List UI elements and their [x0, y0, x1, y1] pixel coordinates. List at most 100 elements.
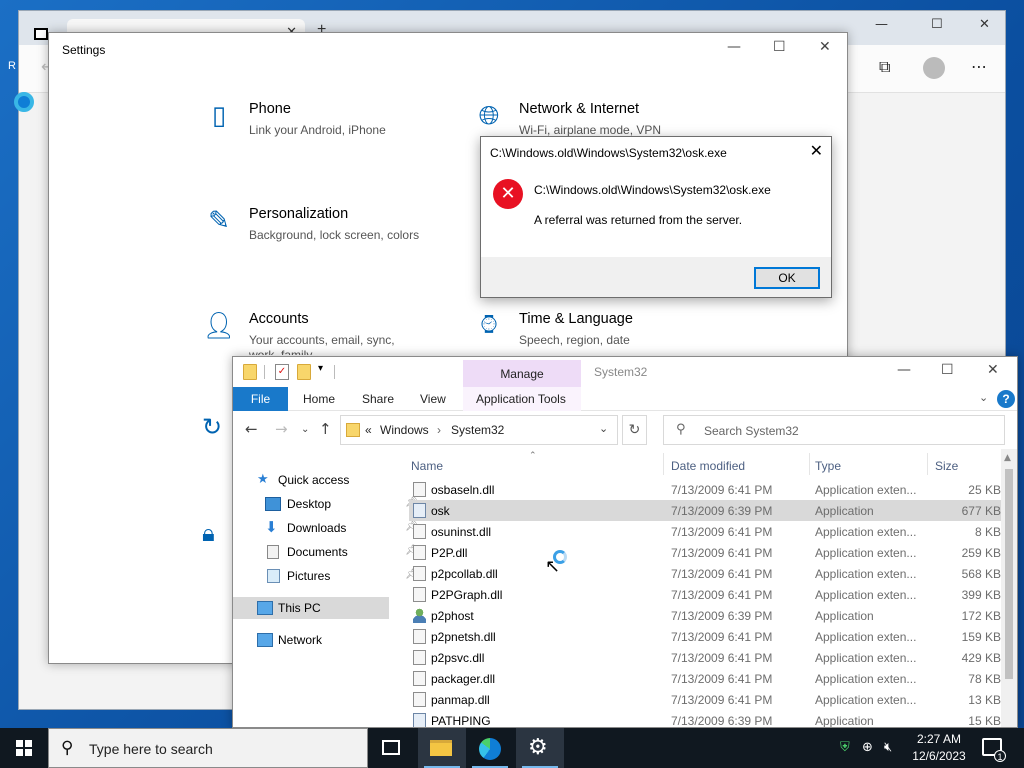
customize-quick-access-icon[interactable]: ▾	[318, 363, 323, 374]
update-icon[interactable]: ↻	[202, 413, 222, 441]
tab-application-tools[interactable]: Application Tools	[476, 392, 566, 406]
nav-quick-access[interactable]: ★ Quick access	[253, 469, 409, 491]
file-date: 7/13/2009 6:41 PM	[671, 525, 773, 539]
expand-ribbon-icon[interactable]: ⌄	[979, 391, 988, 404]
file-row[interactable]: p2pcollab.dll 7/13/2009 6:41 PM Applicatio…	[409, 563, 1001, 584]
nav-network[interactable]: Network	[253, 629, 409, 651]
refresh-icon[interactable]: ↻	[622, 415, 647, 445]
nav-pictures[interactable]: Pictures 📌︎	[263, 565, 419, 587]
divider	[334, 365, 335, 379]
forward-icon[interactable]: →	[275, 420, 288, 438]
dialog-footer: OK	[481, 257, 831, 297]
breadcrumb-overflow[interactable]: «	[365, 423, 372, 437]
nav-this-pc[interactable]: This PC	[233, 597, 389, 619]
column-type[interactable]: Type	[815, 459, 841, 473]
scroll-up-icon[interactable]: ▲	[1004, 453, 1011, 463]
clock[interactable]: 2:27 AM 12/6/2023	[906, 731, 972, 765]
recent-locations-icon[interactable]: ⌄	[301, 424, 309, 435]
dialog-path: C:\Windows.old\Windows\System32\osk.exe	[534, 183, 771, 197]
address-bar[interactable]: « Windows › System32 ⌄	[340, 415, 618, 445]
explorer-titlebar: ✓ ▾ Manage System32 — ☐ ✕	[233, 357, 1017, 388]
security-shield-icon[interactable]: ⛨	[840, 740, 850, 755]
taskbar-settings[interactable]: ⚙	[516, 728, 564, 768]
dialog-title: C:\Windows.old\Windows\System32\osk.exe	[490, 146, 727, 160]
tab-share[interactable]: Share	[362, 392, 394, 406]
file-row[interactable]: p2phost 7/13/2009 6:39 PM Application 172 K…	[409, 605, 1001, 626]
properties-icon[interactable]: ✓	[275, 364, 289, 380]
column-size[interactable]: Size	[935, 459, 958, 473]
minimize-icon[interactable]: —	[727, 39, 741, 55]
maximize-icon[interactable]: ☐	[941, 362, 954, 378]
maximize-icon[interactable]: ☐	[931, 17, 943, 32]
taskbar-file-explorer[interactable]	[418, 728, 466, 768]
file-row[interactable]: P2PGraph.dll 7/13/2009 6:41 PM Application…	[409, 584, 1001, 605]
nav-documents[interactable]: Documents 📌︎	[263, 541, 419, 563]
file-type: Application exten...	[815, 567, 917, 581]
breadcrumb-system32[interactable]: System32	[451, 423, 504, 437]
column-name[interactable]: Name	[411, 459, 443, 473]
close-icon[interactable]: ✕	[810, 141, 823, 160]
collections-icon[interactable]: ⧉	[879, 57, 890, 77]
chevron-down-icon[interactable]: ⌄	[599, 422, 608, 435]
network-icon	[257, 633, 273, 647]
computer-icon	[257, 601, 273, 615]
settings-item-time-language[interactable]: ⌚︎ Time & Language Speech, region, date	[472, 309, 712, 355]
file-row[interactable]: osuninst.dll 7/13/2009 6:41 PM Application…	[409, 521, 1001, 542]
file-row[interactable]: osk 7/13/2009 6:39 PM Application 677 KB	[409, 500, 1001, 521]
nav-desktop[interactable]: Desktop 📌︎	[263, 493, 419, 515]
file-row[interactable]: panmap.dll 7/13/2009 6:41 PM Application e…	[409, 689, 1001, 710]
network-icon[interactable]: ⊕	[862, 740, 873, 755]
close-icon[interactable]: ✕	[979, 17, 990, 32]
new-folder-icon[interactable]	[297, 364, 311, 380]
minimize-icon[interactable]: —	[875, 17, 888, 32]
globe-icon: 🌐︎	[478, 101, 500, 131]
close-icon[interactable]: ✕	[819, 39, 831, 55]
vertical-scrollbar[interactable]: ▲	[1001, 449, 1017, 727]
manage-tab[interactable]: Manage	[463, 360, 581, 388]
scrollbar-thumb[interactable]	[1005, 469, 1013, 679]
nav-label: Desktop	[287, 497, 332, 511]
task-view-button[interactable]	[368, 728, 416, 768]
column-date-modified[interactable]: Date modified	[671, 459, 745, 473]
tab-home[interactable]: Home	[303, 392, 335, 406]
settings-item-desc: Your accounts, email, sync, work, family	[249, 333, 395, 355]
file-size: 568 KB	[961, 567, 1001, 581]
file-row[interactable]: p2psvc.dll 7/13/2009 6:41 PM Application e…	[409, 647, 1001, 668]
settings-item-phone[interactable]: ▯ Phone Link your Android, iPhone	[202, 99, 442, 159]
tab-view[interactable]: View	[420, 392, 446, 406]
tab-file[interactable]: File	[233, 387, 288, 411]
ok-button[interactable]: OK	[754, 267, 820, 289]
breadcrumb-windows[interactable]: Windows	[380, 423, 429, 437]
file-size: 25 KB	[968, 483, 1001, 497]
help-icon[interactable]: ?	[997, 390, 1015, 408]
start-button[interactable]	[0, 728, 48, 768]
nav-downloads[interactable]: ⬇ Downloads 📌︎	[263, 517, 419, 539]
file-row[interactable]: packager.dll 7/13/2009 6:41 PM Application…	[409, 668, 1001, 689]
settings-item-accounts[interactable]: 👤︎ Accounts Your accounts, email, sync, …	[202, 309, 442, 355]
more-options-icon[interactable]: ⋯	[971, 57, 987, 76]
file-row[interactable]: osbaseln.dll 7/13/2009 6:41 PM Application…	[409, 479, 1001, 500]
search-input[interactable]: ⚲ Search System32	[663, 415, 1005, 445]
minimize-icon[interactable]: —	[897, 362, 911, 378]
taskbar-search-box[interactable]: ⚲ Type here to search	[48, 728, 368, 768]
chevron-right-icon[interactable]: ›	[437, 423, 441, 437]
lock-icon[interactable]: 🔒︎	[202, 519, 215, 547]
maximize-icon[interactable]: ☐	[773, 39, 786, 55]
file-date: 7/13/2009 6:39 PM	[671, 714, 773, 728]
dll-file-icon	[413, 482, 426, 497]
back-icon[interactable]: ←	[245, 420, 258, 438]
taskbar-edge[interactable]	[466, 728, 514, 768]
dialog-message: A referral was returned from the server.	[534, 213, 743, 227]
file-row[interactable]: P2P.dll 7/13/2009 6:41 PM Application exte…	[409, 542, 1001, 563]
nav-label: Pictures	[287, 569, 331, 583]
up-icon[interactable]: ↑	[319, 420, 332, 438]
file-size: 78 KB	[968, 672, 1001, 686]
volume-muted-icon[interactable]: 🔇︎	[884, 740, 892, 755]
close-icon[interactable]: ✕	[987, 362, 999, 378]
file-row[interactable]: PATHPING 7/13/2009 6:39 PM Application 15 K…	[409, 710, 1001, 728]
file-list: ⌃ Name Date modified Type Size osbaseln.…	[409, 449, 1017, 728]
file-date: 7/13/2009 6:41 PM	[671, 588, 773, 602]
profile-avatar[interactable]	[923, 57, 945, 79]
settings-item-personalization[interactable]: ✎ Personalization Background, lock scree…	[202, 204, 442, 264]
file-row[interactable]: p2pnetsh.dll 7/13/2009 6:41 PM Application…	[409, 626, 1001, 647]
